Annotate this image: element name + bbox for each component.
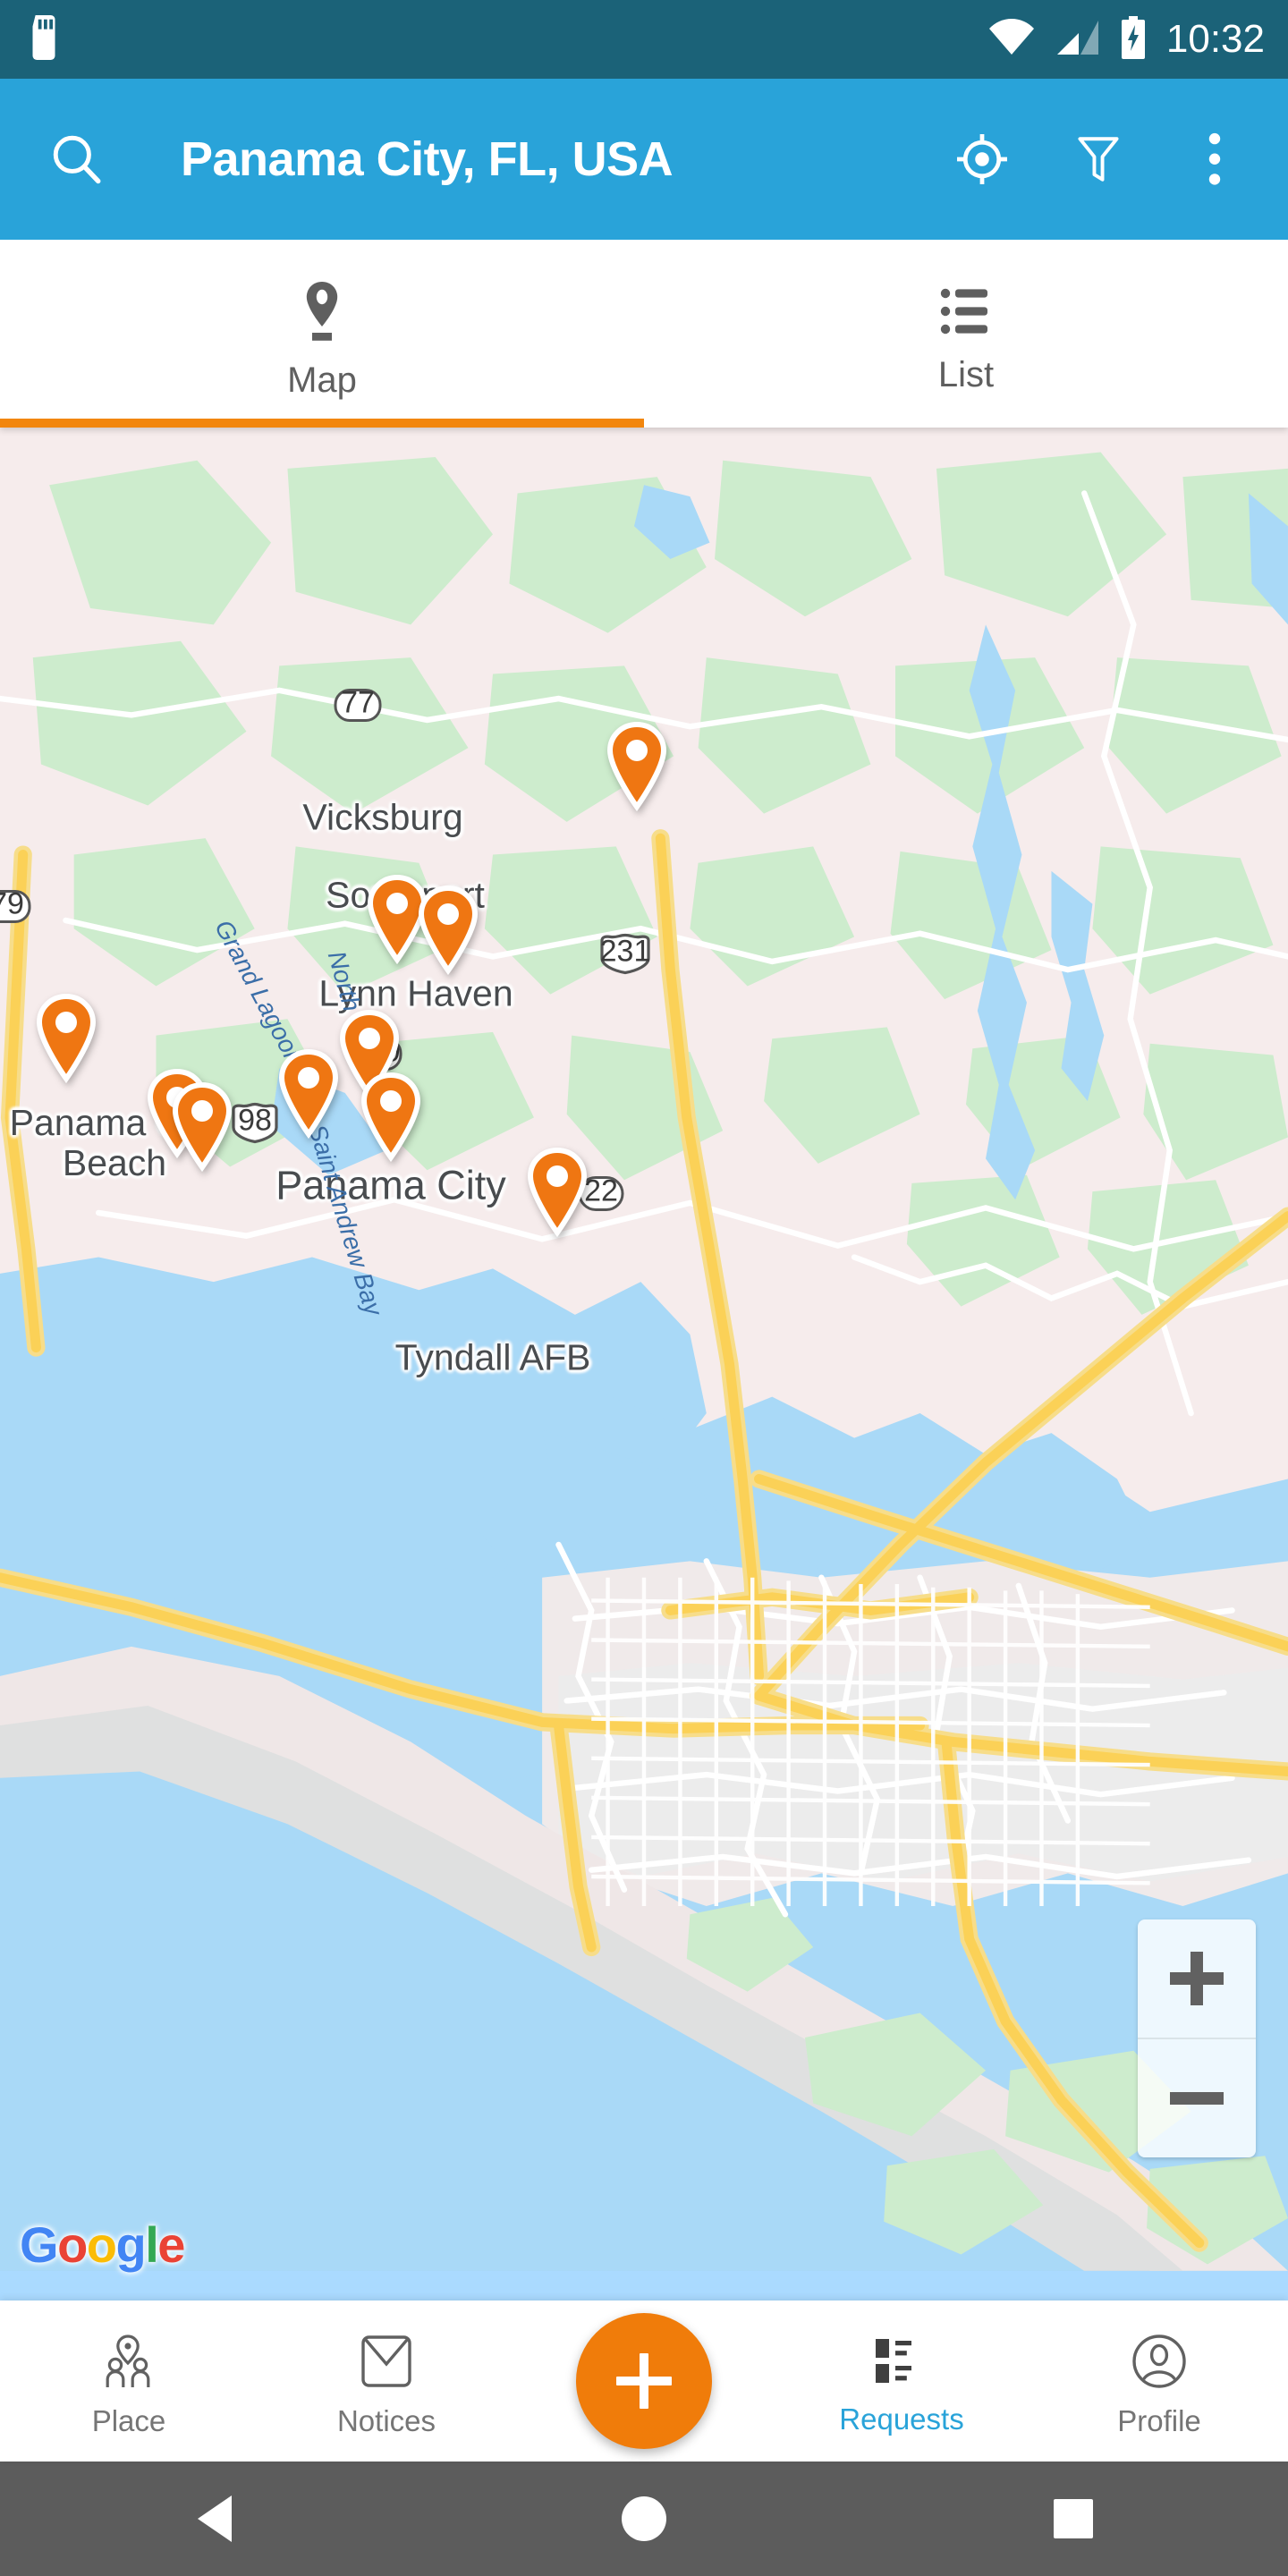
route-shield-98: 98 bbox=[227, 1101, 283, 1150]
system-recents-button[interactable] bbox=[1006, 2462, 1140, 2576]
filter-icon[interactable] bbox=[1063, 123, 1134, 195]
route-shield-79-text: 79 bbox=[0, 889, 24, 921]
tab-map[interactable]: Map bbox=[0, 240, 644, 428]
back-triangle-icon bbox=[198, 2496, 232, 2542]
zoom-out-button[interactable] bbox=[1138, 2038, 1256, 2157]
bottom-navigation: Place Notices Requests Profile bbox=[0, 2301, 1288, 2462]
nav-item-requests[interactable]: Requests bbox=[773, 2301, 1030, 2462]
nav-item-profile[interactable]: Profile bbox=[1030, 2301, 1288, 2462]
route-shield-79: 79 bbox=[0, 887, 32, 929]
tab-list[interactable]: List bbox=[644, 240, 1288, 428]
google-logo-l: l bbox=[145, 2216, 159, 2273]
google-logo-o2: o bbox=[86, 2216, 117, 2273]
google-logo-o1: o bbox=[57, 2216, 88, 2273]
status-bar-clock: 10:32 bbox=[1165, 17, 1265, 61]
map-marker-3[interactable] bbox=[415, 885, 481, 976]
route-shield-77-text: 77 bbox=[341, 688, 375, 720]
google-logo-g2: g bbox=[115, 2216, 147, 2273]
view-tabs: Map List bbox=[0, 240, 1288, 428]
add-request-fab[interactable] bbox=[576, 2313, 712, 2449]
app-bar-title: Panama City, FL, USA bbox=[181, 132, 674, 186]
status-bar-notifications bbox=[27, 14, 61, 64]
requests-list-icon bbox=[874, 2335, 929, 2392]
battery-charging-icon bbox=[1120, 15, 1147, 64]
more-vertical-icon[interactable] bbox=[1179, 123, 1250, 195]
map-marker-10[interactable] bbox=[524, 1147, 590, 1238]
google-logo-g1: G bbox=[20, 2216, 59, 2273]
google-logo: Google bbox=[20, 2216, 185, 2274]
tab-map-label: Map bbox=[287, 360, 357, 400]
app-bar: Panama City, FL, USA bbox=[0, 79, 1288, 240]
wifi-icon bbox=[987, 18, 1036, 61]
map-marker-6[interactable] bbox=[275, 1048, 342, 1140]
cellular-signal-icon bbox=[1055, 19, 1100, 61]
nav-item-place-label: Place bbox=[91, 2404, 166, 2437]
search-icon[interactable] bbox=[41, 123, 113, 195]
system-back-button[interactable] bbox=[148, 2462, 282, 2576]
map-marker-1[interactable] bbox=[604, 721, 670, 812]
system-home-button[interactable] bbox=[577, 2462, 711, 2576]
status-bar: 10:32 bbox=[0, 0, 1288, 79]
nav-item-requests-label: Requests bbox=[839, 2402, 964, 2436]
zoom-in-button[interactable] bbox=[1138, 1919, 1256, 2038]
tab-active-indicator bbox=[0, 419, 644, 428]
place-people-icon bbox=[99, 2334, 158, 2394]
tab-list-label: List bbox=[937, 354, 995, 394]
my-location-icon[interactable] bbox=[946, 123, 1018, 195]
sd-card-icon bbox=[27, 14, 61, 64]
list-icon bbox=[940, 284, 992, 343]
status-bar-system-icons: 10:32 bbox=[987, 15, 1265, 64]
route-shield-77: 77 bbox=[333, 686, 383, 728]
google-logo-e: e bbox=[157, 2216, 185, 2273]
envelope-icon bbox=[360, 2334, 413, 2394]
app-bar-actions bbox=[946, 123, 1258, 195]
home-circle-icon bbox=[622, 2496, 666, 2541]
android-system-navigation bbox=[0, 2462, 1288, 2576]
map-marker-4[interactable] bbox=[33, 993, 99, 1084]
profile-person-icon bbox=[1131, 2334, 1187, 2394]
nav-item-notices-label: Notices bbox=[336, 2404, 436, 2437]
app-screen: 10:32 Panama City, FL, USA Map List Vick… bbox=[0, 0, 1288, 2576]
nav-item-place[interactable]: Place bbox=[0, 2301, 258, 2462]
map-basemap bbox=[0, 428, 1288, 2271]
map-view[interactable]: Vicksburg Southport Lynn Haven Panama Ci… bbox=[0, 428, 1288, 2301]
route-shield-231: 231 bbox=[595, 932, 656, 981]
nav-item-notices[interactable]: Notices bbox=[258, 2301, 515, 2462]
map-marker-9[interactable] bbox=[358, 1072, 424, 1163]
map-marker-8[interactable] bbox=[169, 1081, 235, 1173]
route-shield-98-text: 98 bbox=[238, 1104, 272, 1138]
recents-square-icon bbox=[1054, 2499, 1093, 2538]
map-pin-icon bbox=[299, 279, 345, 348]
route-shield-231-text: 231 bbox=[600, 935, 651, 969]
map-zoom-controls bbox=[1138, 1919, 1256, 2157]
nav-item-profile-label: Profile bbox=[1117, 2404, 1201, 2437]
